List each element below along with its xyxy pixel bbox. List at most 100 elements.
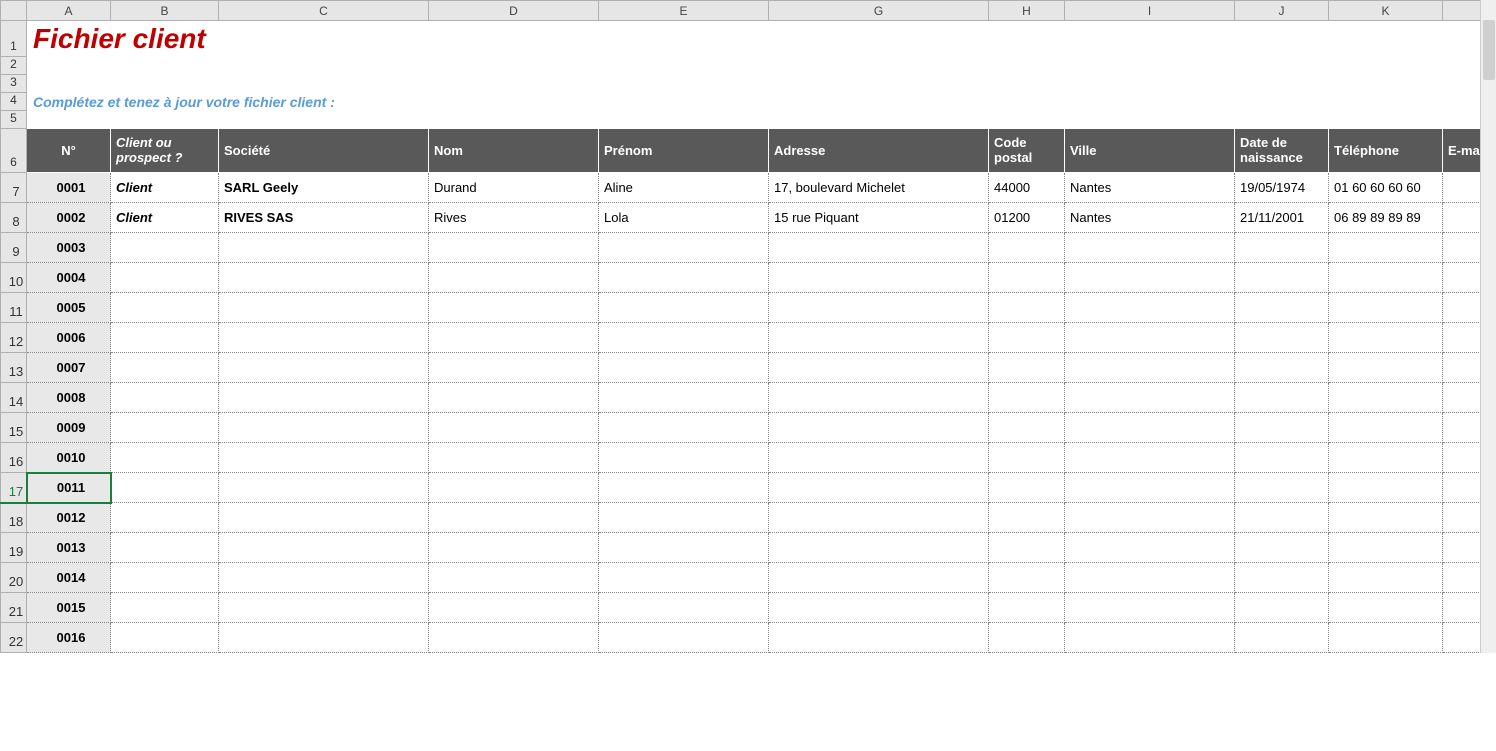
cell-prenom[interactable]: [599, 383, 769, 413]
cell-nom[interactable]: [429, 503, 599, 533]
cell-type[interactable]: [111, 593, 219, 623]
cell-adresse[interactable]: [769, 353, 989, 383]
row-head-22[interactable]: 22: [1, 623, 27, 653]
row-head-4[interactable]: 4: [1, 93, 27, 111]
cell-adresse[interactable]: [769, 533, 989, 563]
cell-ville[interactable]: [1065, 503, 1235, 533]
cell-telephone[interactable]: [1329, 263, 1443, 293]
cell-telephone[interactable]: [1329, 563, 1443, 593]
cell-prenom[interactable]: Aline: [599, 173, 769, 203]
cell-ville[interactable]: [1065, 443, 1235, 473]
row-head-10[interactable]: 10: [1, 263, 27, 293]
hdr-type[interactable]: Client ou prospect ?: [111, 129, 219, 173]
cell-num[interactable]: 0013: [27, 533, 111, 563]
cell-nom[interactable]: [429, 323, 599, 353]
cell-adresse[interactable]: [769, 263, 989, 293]
cell-ville[interactable]: [1065, 233, 1235, 263]
cell-adresse[interactable]: [769, 413, 989, 443]
hdr-naissance[interactable]: Date de naissance: [1235, 129, 1329, 173]
cell-code_postal[interactable]: [989, 593, 1065, 623]
row-head-2[interactable]: 2: [1, 57, 27, 75]
cell-num[interactable]: 0008: [27, 383, 111, 413]
cell-nom[interactable]: [429, 413, 599, 443]
cell-prenom[interactable]: [599, 413, 769, 443]
cell-nom[interactable]: [429, 563, 599, 593]
cell-code_postal[interactable]: [989, 383, 1065, 413]
cell-nom[interactable]: [429, 473, 599, 503]
cell-prenom[interactable]: [599, 473, 769, 503]
cell-code_postal[interactable]: [989, 293, 1065, 323]
cell-prenom[interactable]: [599, 533, 769, 563]
cell-num[interactable]: 0015: [27, 593, 111, 623]
cell-ville[interactable]: [1065, 533, 1235, 563]
hdr-num[interactable]: N°: [27, 129, 111, 173]
cell-societe[interactable]: [219, 353, 429, 383]
cell-type[interactable]: [111, 623, 219, 653]
cell-code_postal[interactable]: [989, 623, 1065, 653]
cell-num[interactable]: 0011: [27, 473, 111, 503]
cell-type[interactable]: [111, 353, 219, 383]
cell-nom[interactable]: [429, 533, 599, 563]
cell-naissance[interactable]: [1235, 473, 1329, 503]
col-head-A[interactable]: A: [27, 1, 111, 21]
cell-num[interactable]: 0009: [27, 413, 111, 443]
cell-num[interactable]: 0002: [27, 203, 111, 233]
cell-telephone[interactable]: [1329, 353, 1443, 383]
cell-naissance[interactable]: [1235, 263, 1329, 293]
cell-societe[interactable]: [219, 413, 429, 443]
cell-adresse[interactable]: 17, boulevard Michelet: [769, 173, 989, 203]
cell-naissance[interactable]: [1235, 563, 1329, 593]
col-head-C[interactable]: C: [219, 1, 429, 21]
cell-prenom[interactable]: Lola: [599, 203, 769, 233]
cell-ville[interactable]: [1065, 353, 1235, 383]
col-head-E[interactable]: E: [599, 1, 769, 21]
cell-num[interactable]: 0003: [27, 233, 111, 263]
cell-type[interactable]: [111, 413, 219, 443]
cell-societe[interactable]: [219, 263, 429, 293]
cell-code_postal[interactable]: 44000: [989, 173, 1065, 203]
cell-adresse[interactable]: [769, 293, 989, 323]
cell-type[interactable]: [111, 293, 219, 323]
cell-nom[interactable]: [429, 443, 599, 473]
cell-prenom[interactable]: [599, 353, 769, 383]
row-head-19[interactable]: 19: [1, 533, 27, 563]
cell-nom[interactable]: [429, 353, 599, 383]
cell-ville[interactable]: [1065, 413, 1235, 443]
cell-type[interactable]: [111, 323, 219, 353]
hdr-telephone[interactable]: Téléphone: [1329, 129, 1443, 173]
cell-prenom[interactable]: [599, 263, 769, 293]
cell-naissance[interactable]: [1235, 413, 1329, 443]
cell-num[interactable]: 0012: [27, 503, 111, 533]
cell-nom[interactable]: Durand: [429, 173, 599, 203]
cell-naissance[interactable]: 19/05/1974: [1235, 173, 1329, 203]
cell-nom[interactable]: Rives: [429, 203, 599, 233]
hdr-nom[interactable]: Nom: [429, 129, 599, 173]
row-head-20[interactable]: 20: [1, 563, 27, 593]
cell-num[interactable]: 0004: [27, 263, 111, 293]
row-head-18[interactable]: 18: [1, 503, 27, 533]
cell-type[interactable]: Client: [111, 173, 219, 203]
hdr-adresse[interactable]: Adresse: [769, 129, 989, 173]
cell-telephone[interactable]: [1329, 413, 1443, 443]
cell-prenom[interactable]: [599, 503, 769, 533]
cell-code_postal[interactable]: [989, 563, 1065, 593]
cell-nom[interactable]: [429, 623, 599, 653]
cell-num[interactable]: 0006: [27, 323, 111, 353]
cell-ville[interactable]: Nantes: [1065, 203, 1235, 233]
cell-naissance[interactable]: [1235, 443, 1329, 473]
cell-ville[interactable]: Nantes: [1065, 173, 1235, 203]
row-head-1[interactable]: 1: [1, 21, 27, 57]
cell-type[interactable]: [111, 533, 219, 563]
hdr-prenom[interactable]: Prénom: [599, 129, 769, 173]
cell-nom[interactable]: [429, 263, 599, 293]
cell-telephone[interactable]: [1329, 473, 1443, 503]
cell-nom[interactable]: [429, 293, 599, 323]
cell-prenom[interactable]: [599, 323, 769, 353]
cell-num[interactable]: 0010: [27, 443, 111, 473]
col-head-D[interactable]: D: [429, 1, 599, 21]
row-head-7[interactable]: 7: [1, 173, 27, 203]
cell-type[interactable]: [111, 443, 219, 473]
cell-ville[interactable]: [1065, 593, 1235, 623]
cell-naissance[interactable]: [1235, 533, 1329, 563]
cell-telephone[interactable]: [1329, 293, 1443, 323]
